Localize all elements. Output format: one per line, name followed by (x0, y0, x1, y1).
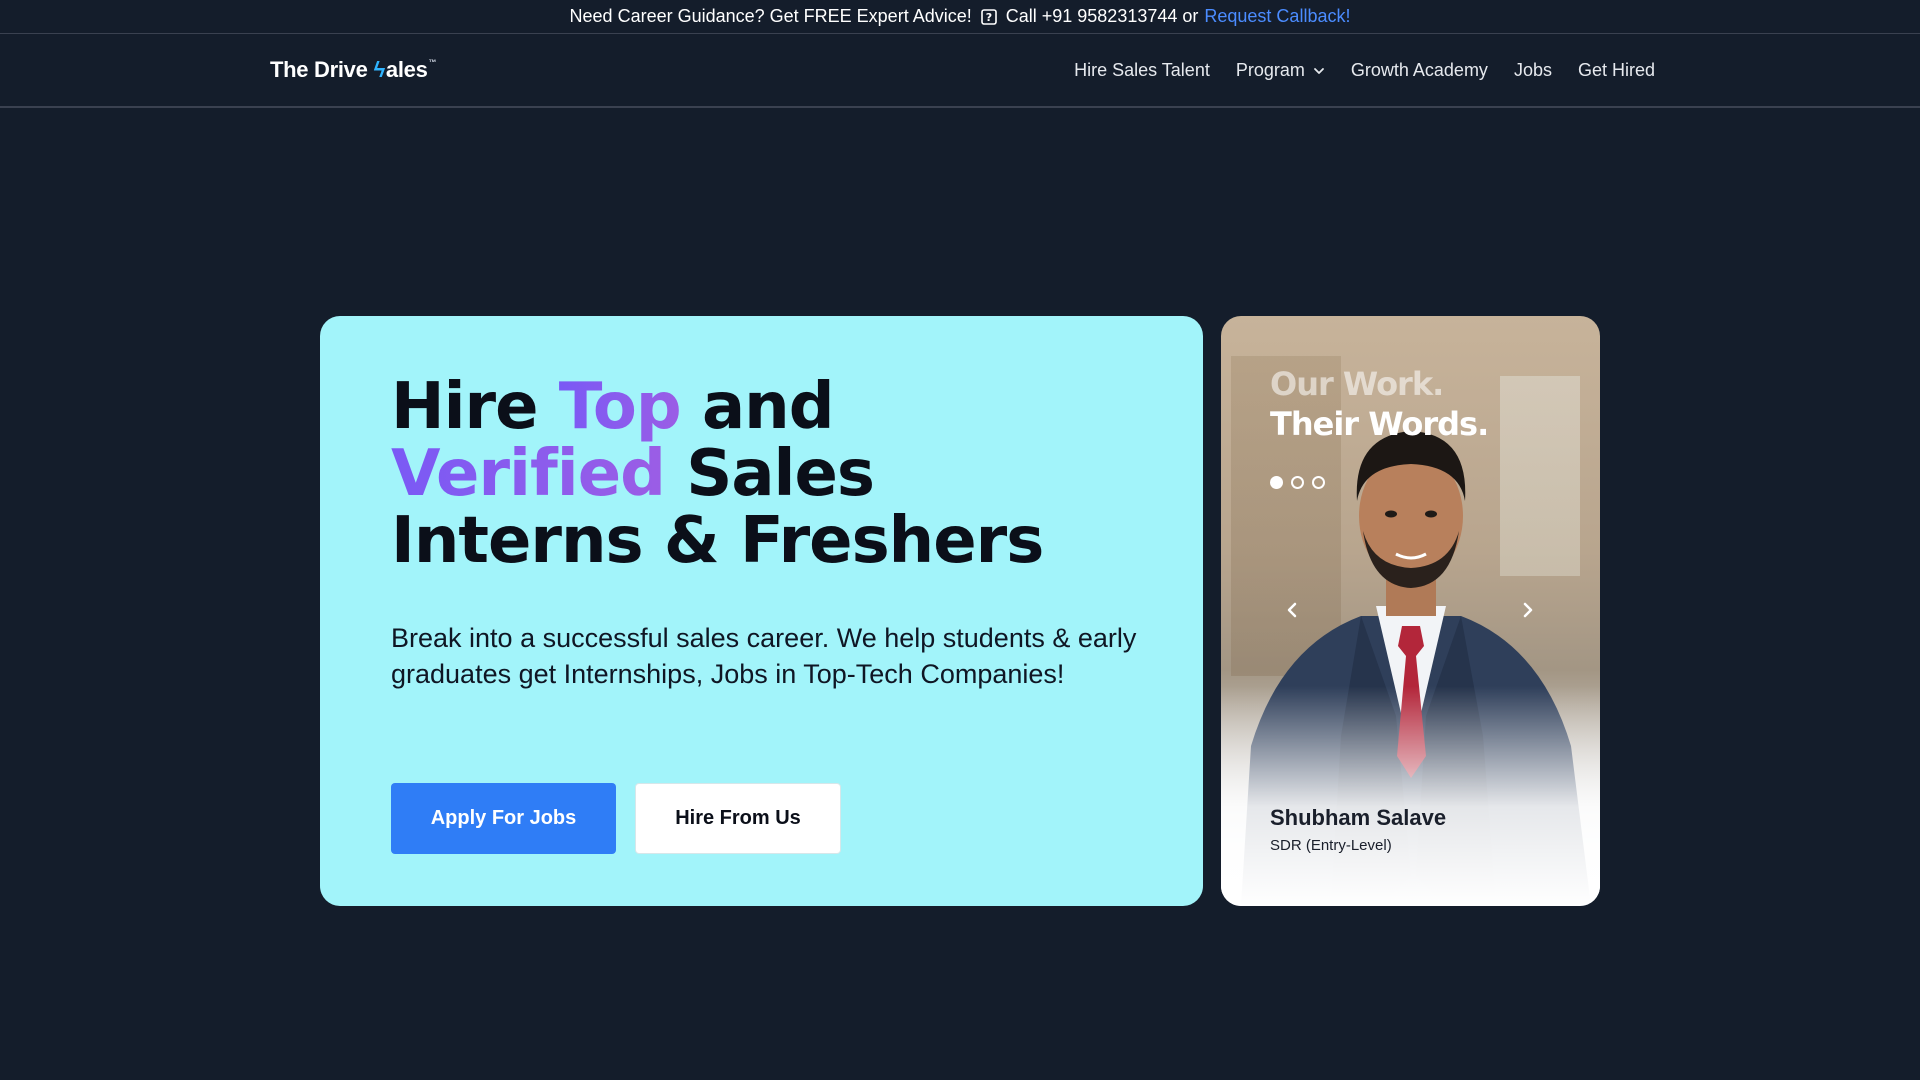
svg-text:?: ? (986, 11, 992, 24)
nav-item-get-hired[interactable]: Get Hired (1578, 60, 1655, 81)
nav-item-jobs[interactable]: Jobs (1514, 60, 1552, 81)
call-text: Call +91 9582313744 or (1005, 6, 1199, 26)
hero-title-line3: Interns & Freshers (391, 504, 1044, 578)
hero-subtitle: Break into a successful sales career. We… (391, 623, 1137, 689)
chevron-left-icon (1287, 602, 1297, 618)
guidance-text: Need Career Guidance? Get FREE Expert Ad… (569, 6, 972, 26)
logo-trademark: ™ (428, 57, 437, 67)
hero-title-and: and (701, 370, 835, 444)
hero-title-hire: Hire (391, 370, 538, 444)
brand-logo[interactable]: The Drive ϟ ales ™ (270, 57, 437, 83)
hero-title-sales: Sales (686, 437, 875, 511)
testimonial-heading-line1: Our Work. (1270, 365, 1444, 403)
hero-title-verified: Verified (391, 437, 666, 511)
nav-item-program-label: Program (1235, 60, 1305, 80)
hero-title-top: Top (558, 370, 682, 444)
carousel-next-button[interactable] (1516, 598, 1540, 622)
hero-title: Hire Top and Verified Sales Interns & Fr… (391, 374, 1151, 575)
chevron-down-icon (1313, 67, 1324, 74)
logo-text-2: ales (385, 57, 428, 82)
nav-item-growth-academy[interactable]: Growth Academy (1351, 60, 1488, 81)
carousel-dot-2[interactable] (1291, 476, 1304, 489)
carousel-dot-1[interactable] (1270, 476, 1283, 489)
testimonial-carousel: Our Work. Their Words. Shubham Salave SD… (1221, 316, 1600, 906)
photo-fade-overlay (1221, 686, 1600, 906)
hire-from-us-button[interactable]: Hire From Us (635, 783, 841, 854)
chevron-right-icon (1523, 602, 1533, 618)
request-callback-link[interactable]: Request Callback! (1204, 6, 1350, 27)
carousel-dot-3[interactable] (1312, 476, 1325, 489)
testimonial-heading: Our Work. Their Words. (1270, 364, 1489, 444)
question-box-icon: ? (980, 8, 998, 26)
testimonial-name: Shubham Salave (1270, 805, 1447, 830)
announcement-bar: Need Career Guidance? Get FREE Expert Ad… (0, 0, 1920, 34)
nav-item-program[interactable]: Program (1236, 60, 1325, 81)
nav-links: Hire Sales Talent Program Growth Academy… (1074, 35, 1655, 106)
carousel-prev-button[interactable] (1280, 598, 1304, 622)
testimonial-role: SDR (Entry-Level) (1270, 837, 1392, 854)
nav-item-hire-sales-talent[interactable]: Hire Sales Talent (1074, 60, 1210, 81)
logo-text-1: The Drive (270, 57, 368, 82)
apply-for-jobs-button[interactable]: Apply For Jobs (391, 783, 616, 854)
testimonial-heading-line2: Their Words. (1270, 405, 1489, 443)
main-navbar: The Drive ϟ ales ™ Hire Sales Talent Pro… (0, 35, 1920, 108)
logo-bolt-icon: ϟ (373, 57, 386, 82)
hero-card: Hire Top and Verified Sales Interns & Fr… (320, 316, 1203, 906)
carousel-dots (1270, 476, 1325, 489)
